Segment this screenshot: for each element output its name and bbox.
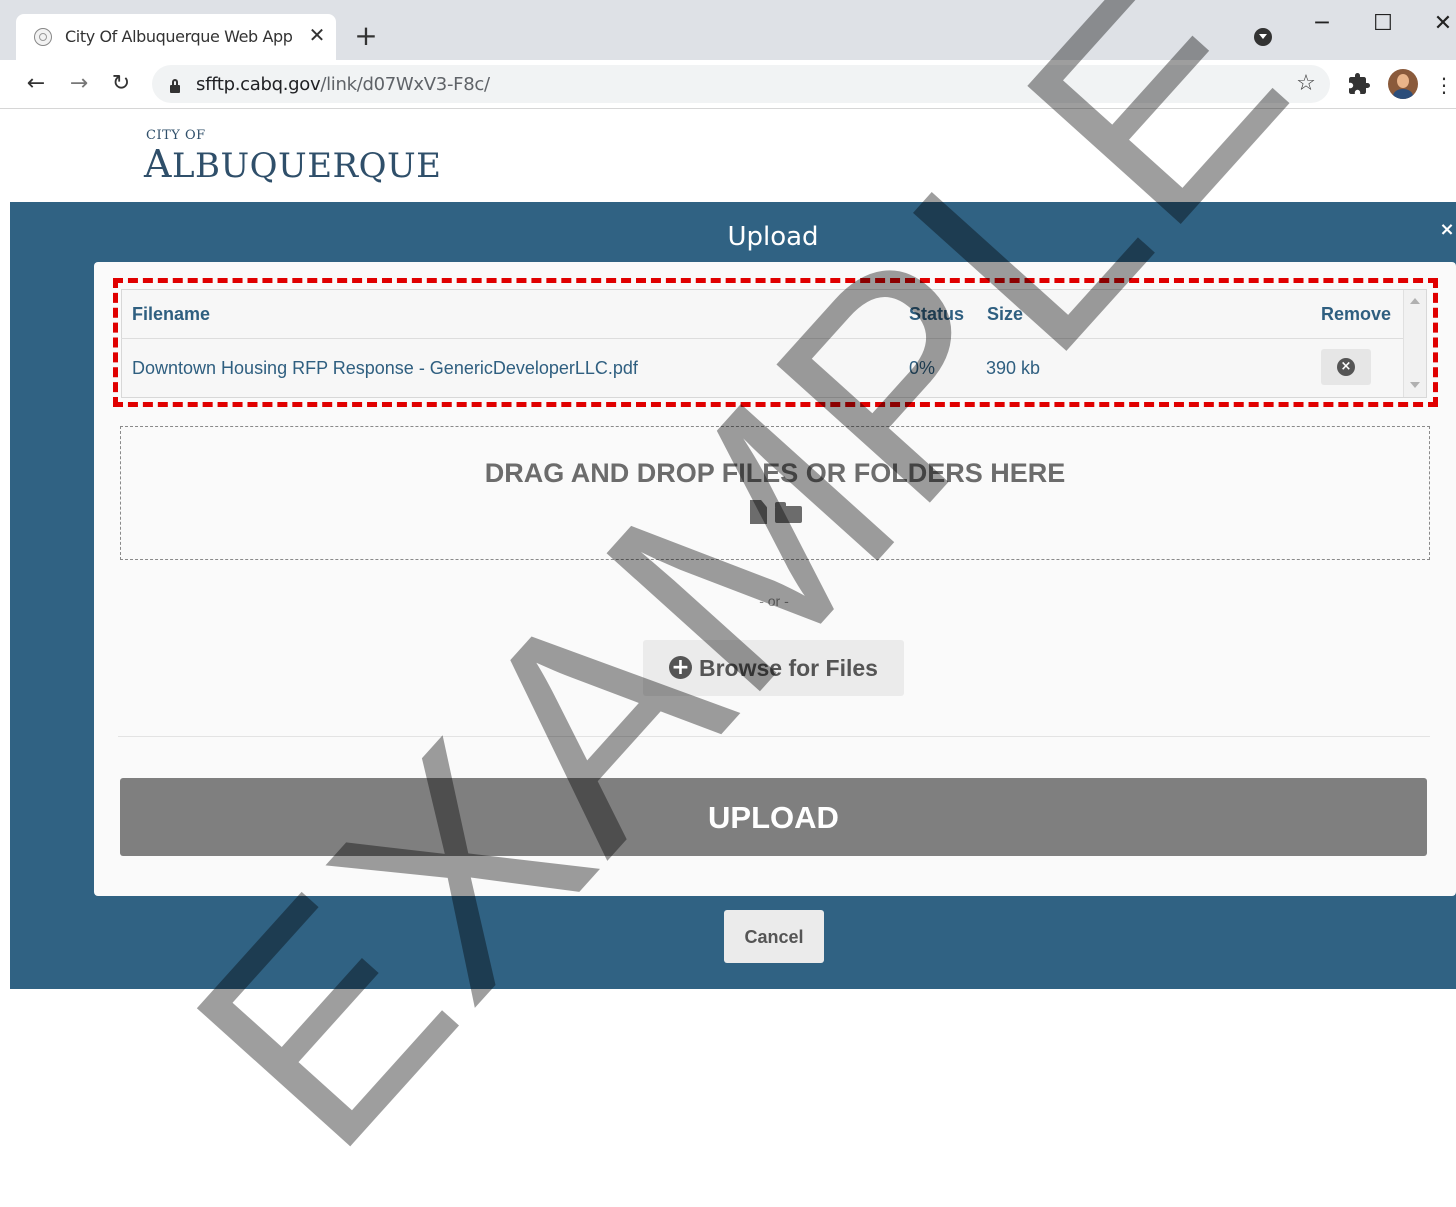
drop-zone[interactable]	[120, 426, 1430, 560]
row-status: 0%	[909, 358, 936, 378]
or-separator: - or -	[759, 593, 789, 609]
plus-circle-icon: +	[669, 656, 692, 679]
lock-icon[interactable]	[170, 79, 180, 93]
folder-icon	[775, 502, 802, 523]
row-size: 390 kb	[986, 358, 1041, 378]
column-header-remove: Remove	[1321, 304, 1392, 324]
browse-files-label: Browse for Files	[699, 655, 878, 681]
tab-title: City Of Albuquerque Web App -	[65, 27, 293, 46]
logo-initial: A	[144, 142, 172, 186]
new-tab-button[interactable]: +	[353, 22, 379, 50]
forward-arrow-icon[interactable]: →	[65, 70, 93, 98]
logo-rest: LBUQUERQUE	[171, 146, 442, 186]
column-header-status: Status	[909, 304, 965, 324]
bookmark-star-icon[interactable]: ☆	[1293, 71, 1319, 97]
modal-close-icon[interactable]: ×	[1438, 218, 1456, 242]
tab-search-icon[interactable]	[1254, 28, 1272, 46]
row-filename: Downtown Housing RFP Response - GenericD…	[132, 358, 638, 378]
remove-file-button[interactable]: ×	[1321, 349, 1371, 385]
browser-tab[interactable]: City Of Albuquerque Web App - ✕	[16, 14, 336, 60]
cancel-button[interactable]: Cancel	[724, 910, 824, 963]
maximize-button[interactable]: ☐	[1368, 10, 1398, 38]
scroll-down-arrow-icon[interactable]	[1410, 382, 1420, 388]
window-close-button[interactable]: ✕	[1428, 10, 1456, 38]
extensions-puzzle-icon[interactable]	[1347, 72, 1371, 96]
drop-zone-text: DRAG AND DROP FILES OR FOLDERS HERE	[484, 458, 1066, 488]
cancel-button-label: Cancel	[744, 927, 804, 947]
reload-icon[interactable]: ↻	[107, 70, 135, 98]
scroll-up-arrow-icon[interactable]	[1410, 298, 1420, 304]
remove-circle-x-icon: ×	[1337, 358, 1355, 376]
url-host: sfftp.cabq.gov	[196, 74, 321, 95]
upload-button[interactable]: UPLOAD	[120, 778, 1427, 856]
minimize-button[interactable]: ─	[1307, 10, 1337, 38]
profile-avatar[interactable]	[1388, 69, 1418, 99]
logo-albuquerque[interactable]: ALBUQUERQUE	[144, 142, 441, 186]
panel-divider	[118, 736, 1430, 737]
file-table	[121, 289, 1427, 398]
modal-title: Upload	[727, 222, 819, 252]
browser-tab-strip: City Of Albuquerque Web App - ✕ + ─ ☐ ✕	[0, 0, 1456, 60]
browser-menu-icon[interactable]: ⋮	[1434, 74, 1454, 96]
tab-close-icon[interactable]: ✕	[306, 24, 328, 46]
table-header-divider	[121, 338, 1403, 339]
column-header-filename: Filename	[132, 304, 211, 324]
table-scrollbar[interactable]	[1403, 290, 1426, 397]
back-arrow-icon[interactable]: ←	[22, 70, 50, 98]
browse-files-button[interactable]: + Browse for Files	[643, 640, 904, 696]
logo-city-of: CITY OF	[146, 128, 206, 143]
url-path: /link/d07WxV3-F8c/	[320, 74, 490, 95]
upload-button-label: UPLOAD	[708, 800, 839, 835]
url-text[interactable]: sfftp.cabq.gov/link/d07WxV3-F8c/	[196, 74, 490, 95]
browser-toolbar: ← → ↻ sfftp.cabq.gov/link/d07WxV3-F8c/ ☆…	[0, 60, 1456, 109]
city-seal-favicon-icon	[34, 28, 52, 46]
column-header-size: Size	[987, 304, 1024, 324]
